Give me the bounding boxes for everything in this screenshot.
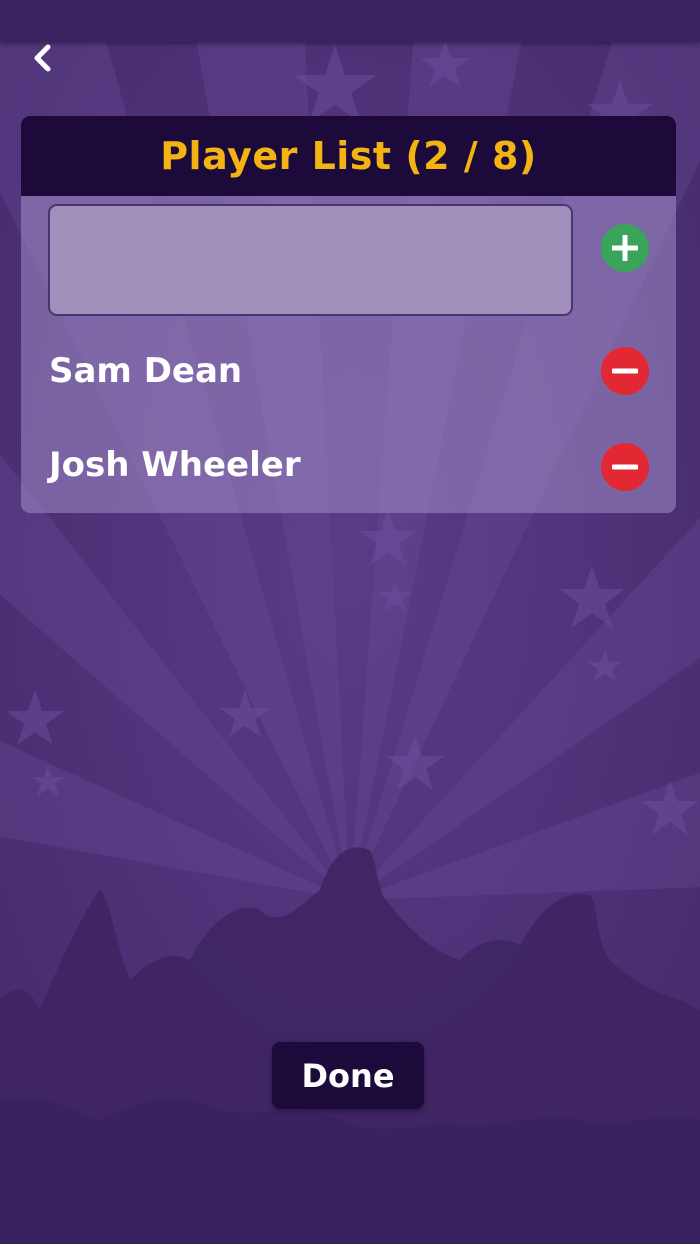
- panel-title: Player List (2 / 8): [160, 134, 537, 178]
- add-player-button[interactable]: [601, 224, 649, 272]
- done-label: Done: [301, 1056, 395, 1095]
- status-bar: [0, 0, 700, 42]
- remove-player-button[interactable]: [601, 443, 649, 491]
- remove-player-button[interactable]: [601, 347, 649, 395]
- chevron-left-icon: [34, 44, 51, 72]
- plus-icon: [612, 235, 638, 261]
- minus-icon: [612, 464, 638, 470]
- back-button[interactable]: [22, 38, 62, 78]
- player-row: Josh Wheeler: [21, 418, 676, 512]
- done-button[interactable]: Done: [272, 1042, 424, 1109]
- player-name: Sam Dean: [49, 351, 243, 391]
- player-row: Sam Dean: [21, 324, 676, 418]
- new-player-input[interactable]: [48, 204, 573, 316]
- panel-header: Player List (2 / 8): [21, 116, 676, 196]
- player-list-panel: Player List (2 / 8) Sam Dean Josh Wheele…: [21, 116, 676, 513]
- minus-icon: [612, 368, 638, 374]
- player-name: Josh Wheeler: [49, 445, 301, 485]
